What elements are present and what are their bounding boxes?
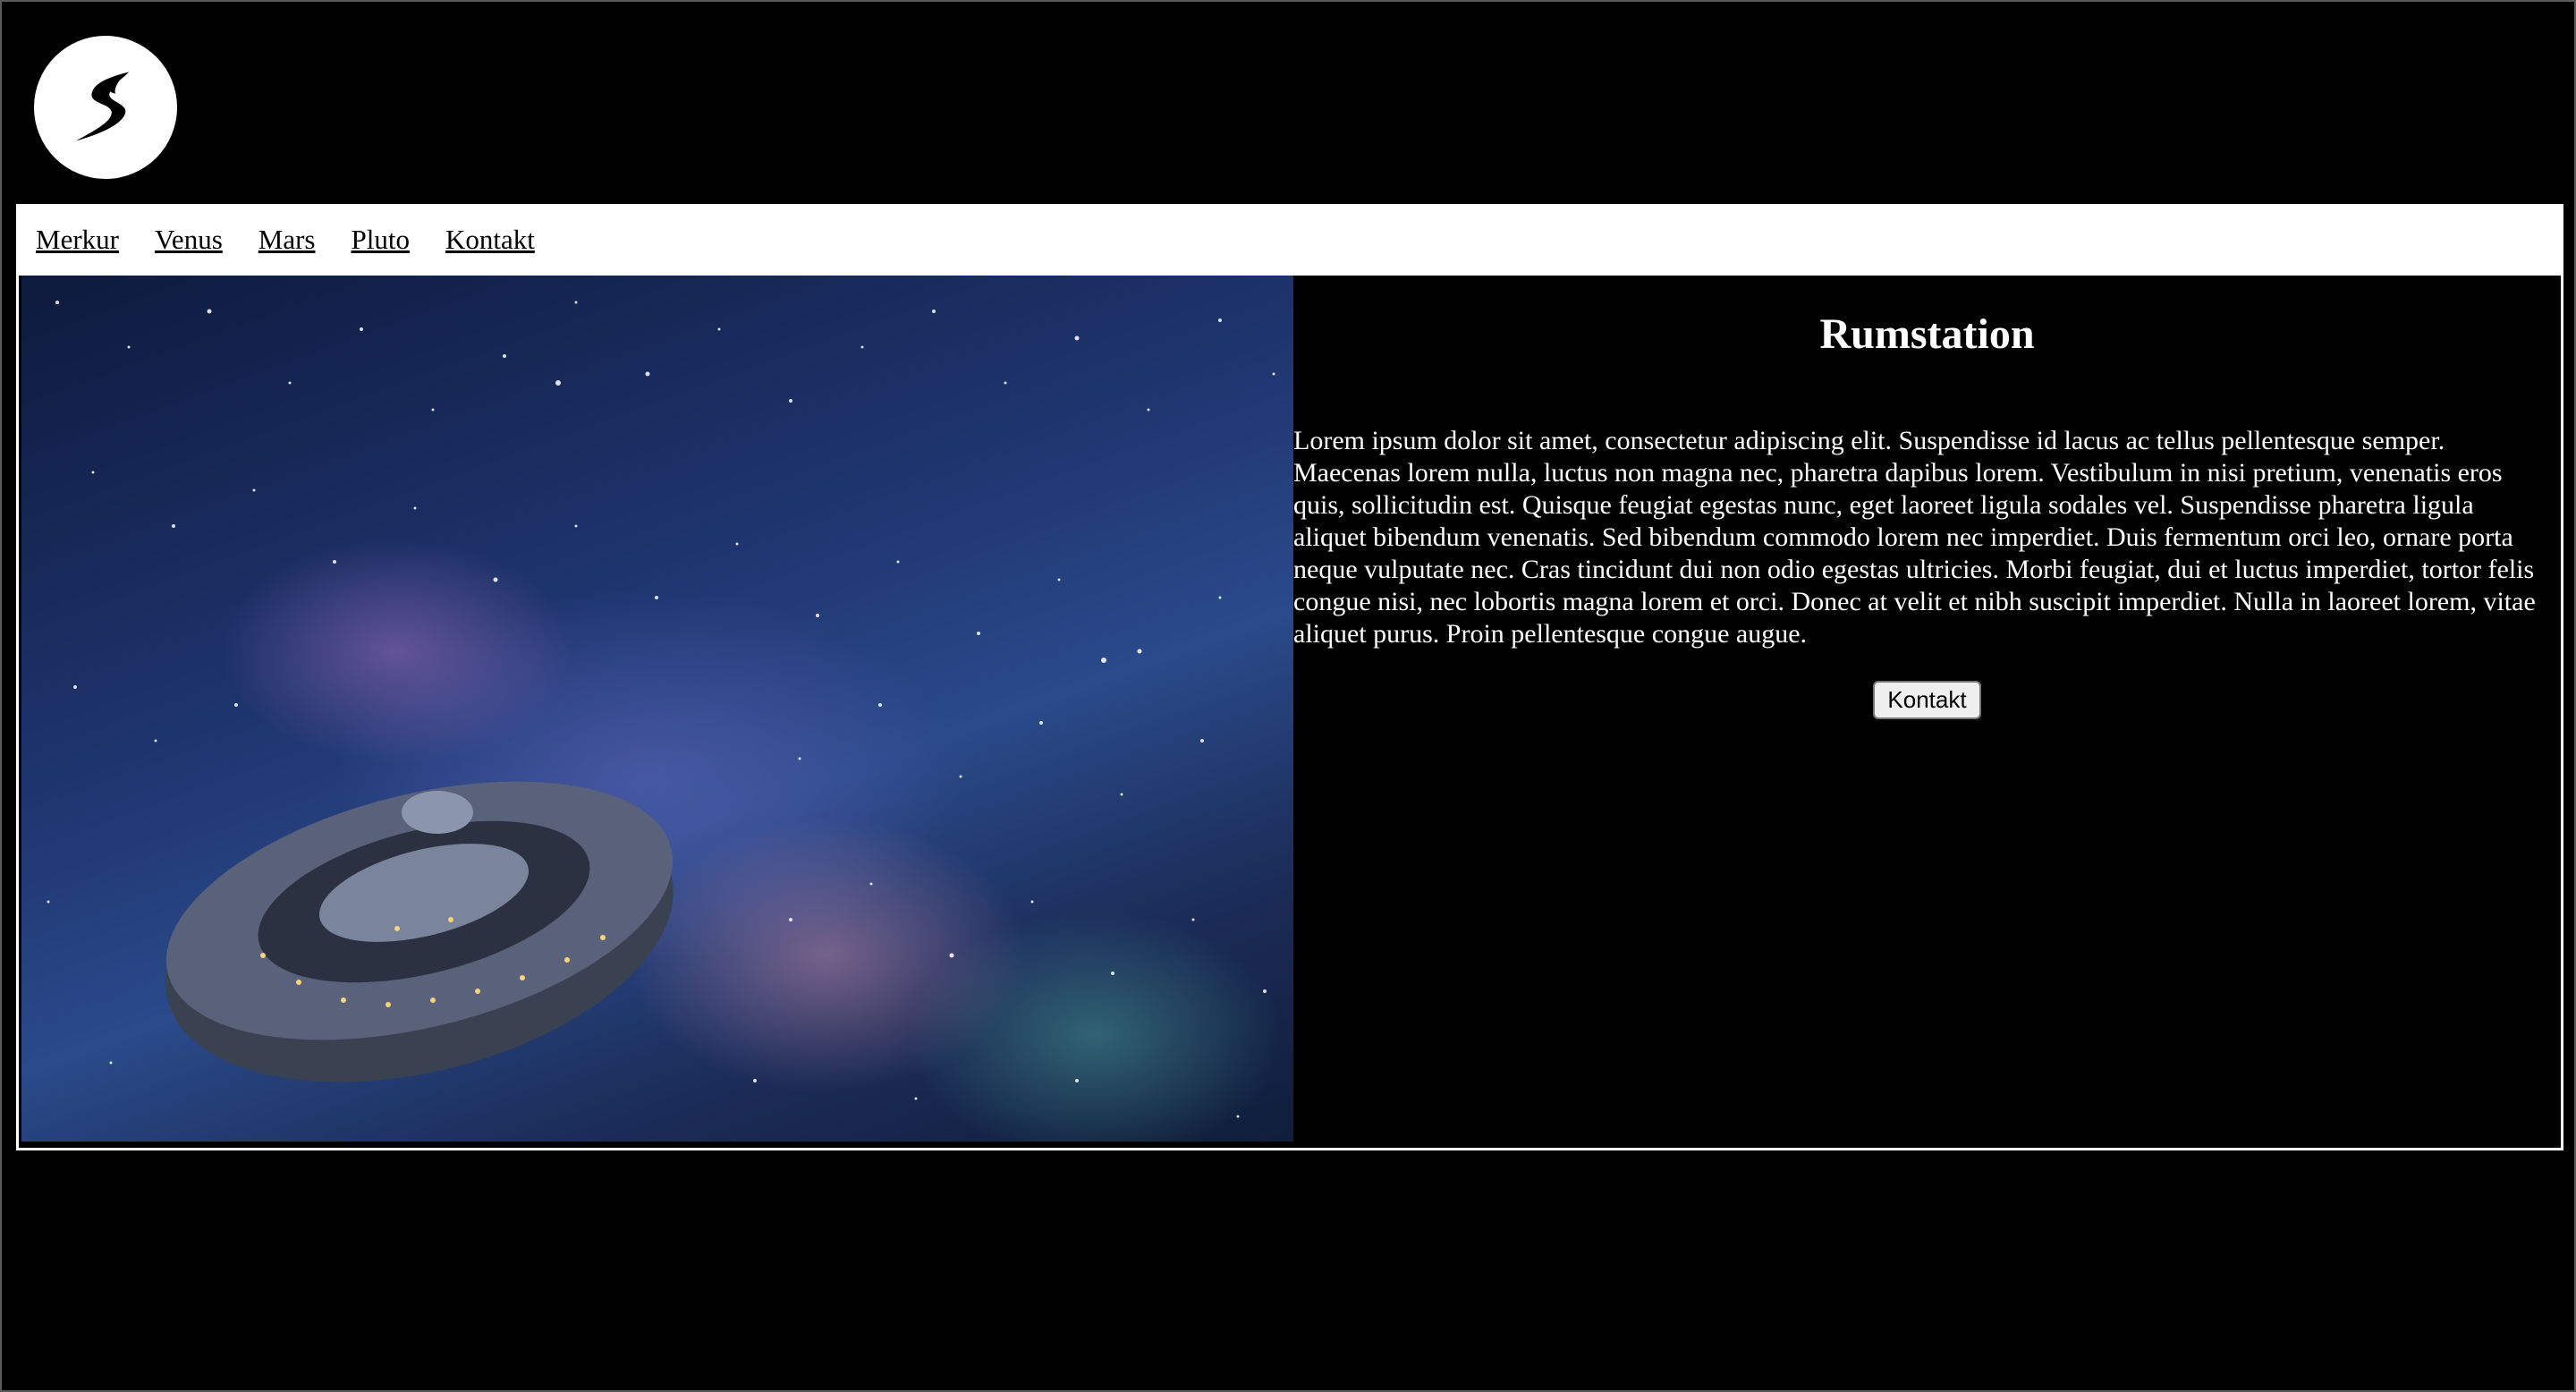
starfield-graphic <box>47 301 1275 1118</box>
nav-link-mars[interactable]: Mars <box>258 224 316 256</box>
button-wrapper: Kontakt <box>1293 681 2561 719</box>
s-swoosh-logo-icon <box>76 72 130 141</box>
text-column: Rumstation Lorem ipsum dolor sit amet, c… <box>1293 276 2561 1148</box>
nav-link-venus[interactable]: Venus <box>155 224 223 256</box>
content-section: Rumstation Lorem ipsum dolor sit amet, c… <box>16 276 2563 1150</box>
space-station-image <box>21 276 1293 1142</box>
nav-link-kontakt[interactable]: Kontakt <box>445 224 535 256</box>
page-heading: Rumstation <box>1819 310 2035 358</box>
page: Merkur Venus Mars Pluto Kontakt Rumstati… <box>0 0 2576 1392</box>
nav-link-pluto[interactable]: Pluto <box>351 224 409 256</box>
kontakt-button[interactable]: Kontakt <box>1873 681 1981 719</box>
logo[interactable] <box>34 36 177 179</box>
nav-link-merkur[interactable]: Merkur <box>36 224 119 256</box>
space-station-shape <box>165 781 674 1082</box>
main-nav: Merkur Venus Mars Pluto Kontakt <box>16 204 2563 276</box>
body-paragraph: Lorem ipsum dolor sit amet, consectetur … <box>1293 426 2536 649</box>
